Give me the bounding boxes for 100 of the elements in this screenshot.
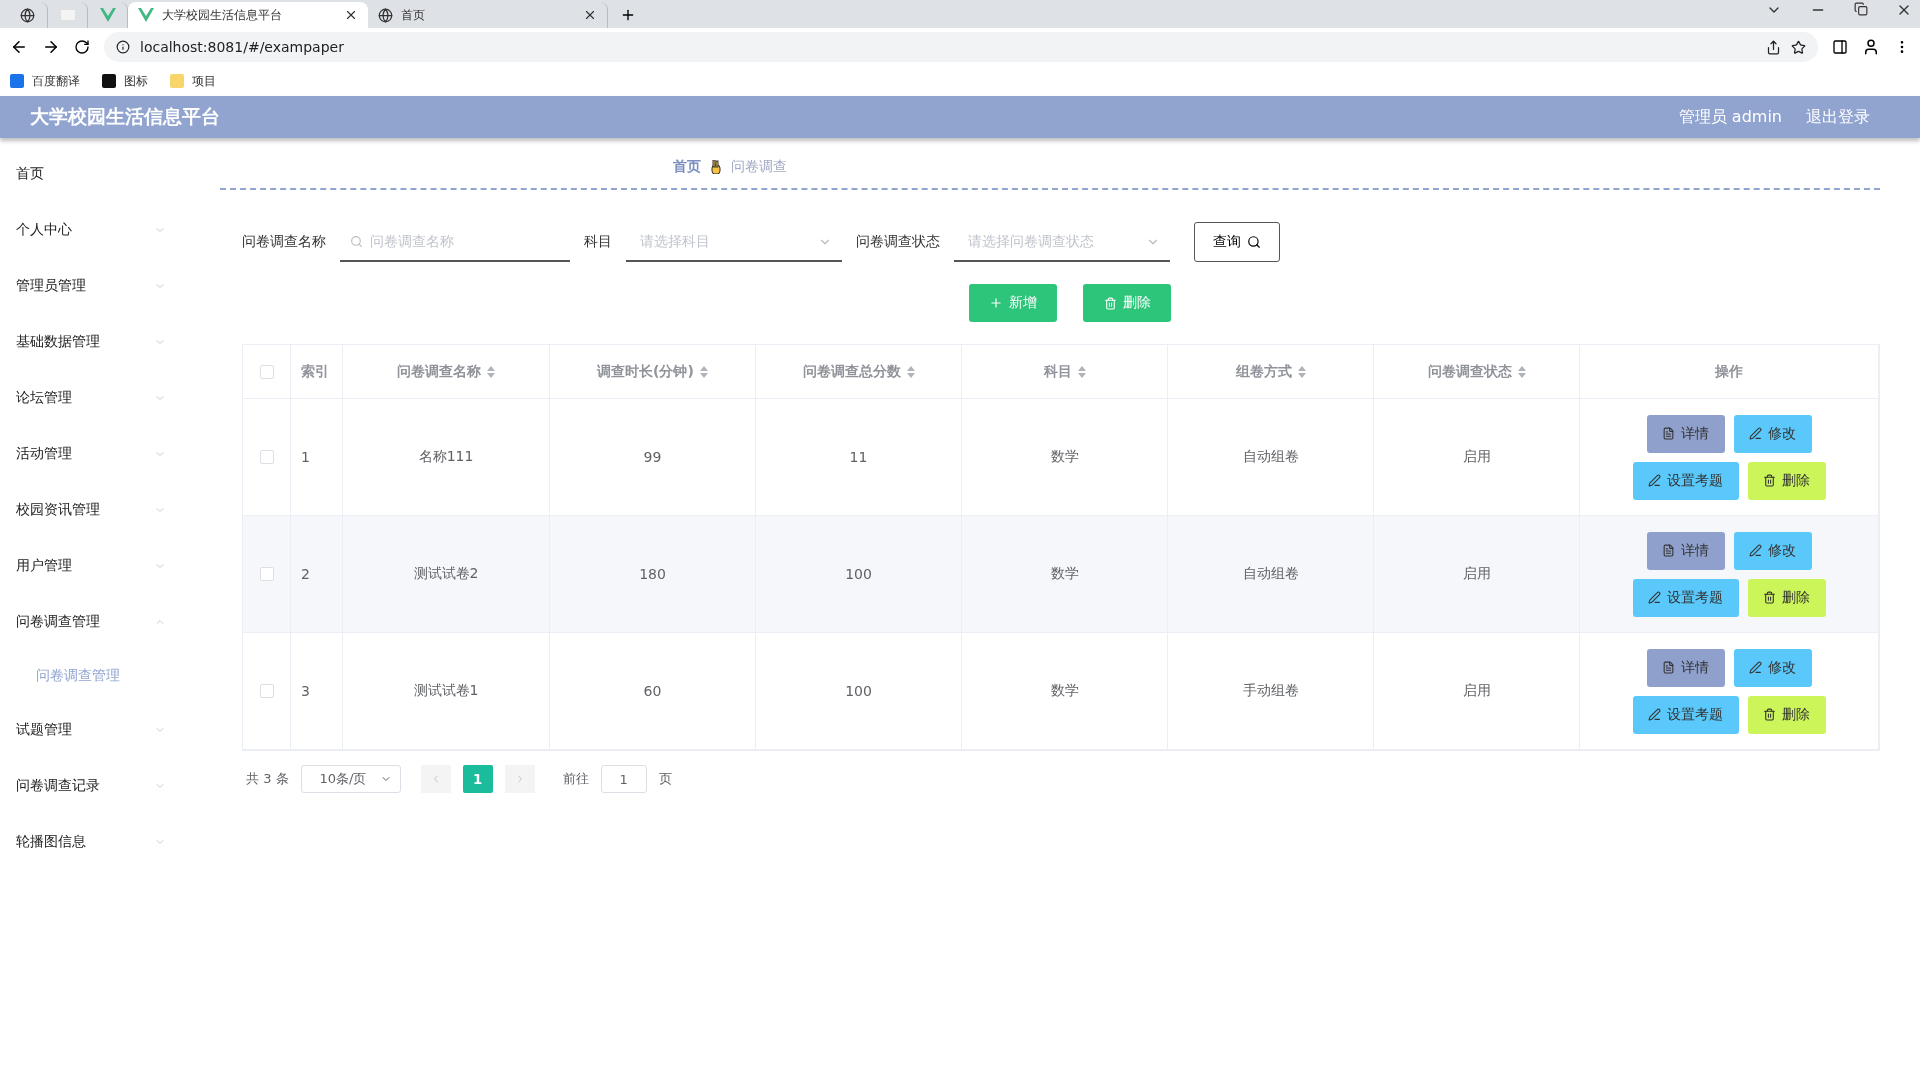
pen-icon	[1648, 708, 1661, 721]
delete-button[interactable]: 删除	[1747, 695, 1826, 734]
trash-icon	[1763, 708, 1776, 721]
table-cell: 数学	[962, 633, 1168, 749]
sidebar-item[interactable]: 活动管理	[0, 426, 180, 482]
star-icon[interactable]	[1791, 39, 1806, 55]
sidebar-item[interactable]: 问卷调查记录	[0, 758, 180, 814]
address-bar[interactable]: localhost:8081/#/exampaper	[104, 32, 1818, 62]
filter-label: 问卷调查名称	[242, 233, 326, 251]
bookmark-icon	[102, 74, 116, 88]
share-icon[interactable]	[1766, 39, 1781, 55]
sidebar-item[interactable]: 个人中心	[0, 202, 180, 258]
url-text: localhost:8081/#/exampaper	[140, 39, 344, 55]
sidebar-item[interactable]: 校园资讯管理	[0, 482, 180, 538]
sidebar-item[interactable]: 试题管理	[0, 702, 180, 758]
pen-icon	[1749, 661, 1762, 674]
new-tab-icon[interactable]	[620, 7, 636, 23]
table-cell: 测试试卷2	[343, 516, 550, 632]
input-field[interactable]: 问卷调查名称	[340, 222, 570, 262]
setup-button[interactable]: 设置考题	[1632, 461, 1739, 500]
bookmark[interactable]: 项目	[170, 72, 216, 90]
app-title: 大学校园生活信息平台	[30, 104, 221, 129]
table-cell: 自动组卷	[1168, 516, 1374, 632]
table-cell: 数学	[962, 516, 1168, 632]
table-cell: 11	[756, 399, 962, 515]
reload-icon[interactable]	[74, 39, 90, 55]
total-count: 共 3 条	[246, 770, 289, 788]
table-cell: 启用	[1374, 633, 1580, 749]
sidebar-item[interactable]: 基础数据管理	[0, 314, 180, 370]
column-header: 操作	[1580, 345, 1879, 398]
edit-button[interactable]: 修改	[1733, 414, 1812, 453]
table-cell: 99	[550, 399, 756, 515]
page-size-select[interactable]: 10条/页	[300, 765, 401, 793]
plus-icon	[989, 296, 1003, 310]
sidebar-item[interactable]: 轮播图信息	[0, 814, 180, 870]
close-icon[interactable]	[583, 8, 597, 22]
info-icon[interactable]	[116, 40, 130, 54]
table-cell: 启用	[1374, 516, 1580, 632]
table-cell: 3	[291, 633, 343, 749]
table-cell: 启用	[1374, 399, 1580, 515]
sidebar-item[interactable]: 问卷调查管理	[0, 594, 180, 650]
checkbox[interactable]	[259, 450, 274, 464]
hand-icon	[711, 160, 721, 174]
page-input[interactable]: 1	[600, 765, 647, 793]
goto-label: 前往	[562, 770, 589, 788]
page-suffix: 页	[658, 770, 672, 788]
bookmark[interactable]: 图标	[102, 72, 148, 90]
search-icon	[350, 235, 363, 248]
back-icon[interactable]	[10, 38, 28, 56]
column-header: 索引	[291, 345, 343, 398]
pen-icon	[1648, 591, 1661, 604]
select-field[interactable]: 请选择科目	[626, 222, 842, 262]
document-icon	[1662, 661, 1675, 674]
search-icon	[1247, 235, 1261, 249]
profile-icon[interactable]	[1862, 38, 1880, 56]
browser-tab[interactable]: 大学校园生活信息平台	[128, 2, 368, 28]
restore-icon[interactable]	[1854, 2, 1868, 16]
edit-button[interactable]: 修改	[1733, 648, 1812, 687]
forward-icon[interactable]	[42, 38, 60, 56]
trash-icon	[1763, 474, 1776, 487]
setup-button[interactable]: 设置考题	[1632, 578, 1739, 617]
table-cell: 1	[291, 399, 343, 515]
detail-button[interactable]: 详情	[1646, 414, 1725, 453]
trash-icon	[1763, 591, 1776, 604]
document-icon	[1662, 427, 1675, 440]
detail-button[interactable]: 详情	[1646, 531, 1725, 570]
sidebar-item[interactable]: 首页	[0, 146, 180, 202]
document-icon	[1662, 544, 1675, 557]
checkbox[interactable]	[259, 364, 274, 379]
detail-button[interactable]: 详情	[1646, 648, 1725, 687]
setup-button[interactable]: 设置考题	[1632, 695, 1739, 734]
v-logo-icon	[138, 8, 154, 22]
pen-icon	[1749, 427, 1762, 440]
pen-icon	[1749, 544, 1762, 557]
table-cell: 测试试卷1	[343, 633, 550, 749]
table-cell: 自动组卷	[1168, 399, 1374, 515]
bookmark-icon	[10, 74, 24, 88]
sidebar-item[interactable]: 管理员管理	[0, 258, 180, 314]
filter-label: 科目	[584, 233, 612, 251]
v-logo-icon	[99, 8, 116, 22]
query-button[interactable]: 查询	[1194, 222, 1280, 262]
table-cell: 名称111	[343, 399, 550, 515]
close-icon[interactable]	[344, 8, 358, 22]
delete-button[interactable]: 删除	[1747, 461, 1826, 500]
delete-button[interactable]: 删除	[1747, 578, 1826, 617]
side-panel-icon[interactable]	[1832, 39, 1848, 55]
table-cell: 180	[550, 516, 756, 632]
globe-icon	[20, 7, 35, 23]
checkbox[interactable]	[259, 567, 274, 581]
select-field[interactable]: 请选择问卷调查状态	[954, 222, 1170, 262]
table-cell: 60	[550, 633, 756, 749]
table-cell: 2	[291, 516, 343, 632]
trash-icon	[1103, 296, 1117, 310]
checkbox[interactable]	[259, 684, 274, 698]
sidebar-item[interactable]: 用户管理	[0, 538, 180, 594]
edit-button[interactable]: 修改	[1733, 531, 1812, 570]
sidebar-item[interactable]: 论坛管理	[0, 370, 180, 426]
bookmark[interactable]: 百度翻译	[10, 72, 80, 90]
table-cell: 手动组卷	[1168, 633, 1374, 749]
bookmark-icon	[170, 74, 184, 88]
